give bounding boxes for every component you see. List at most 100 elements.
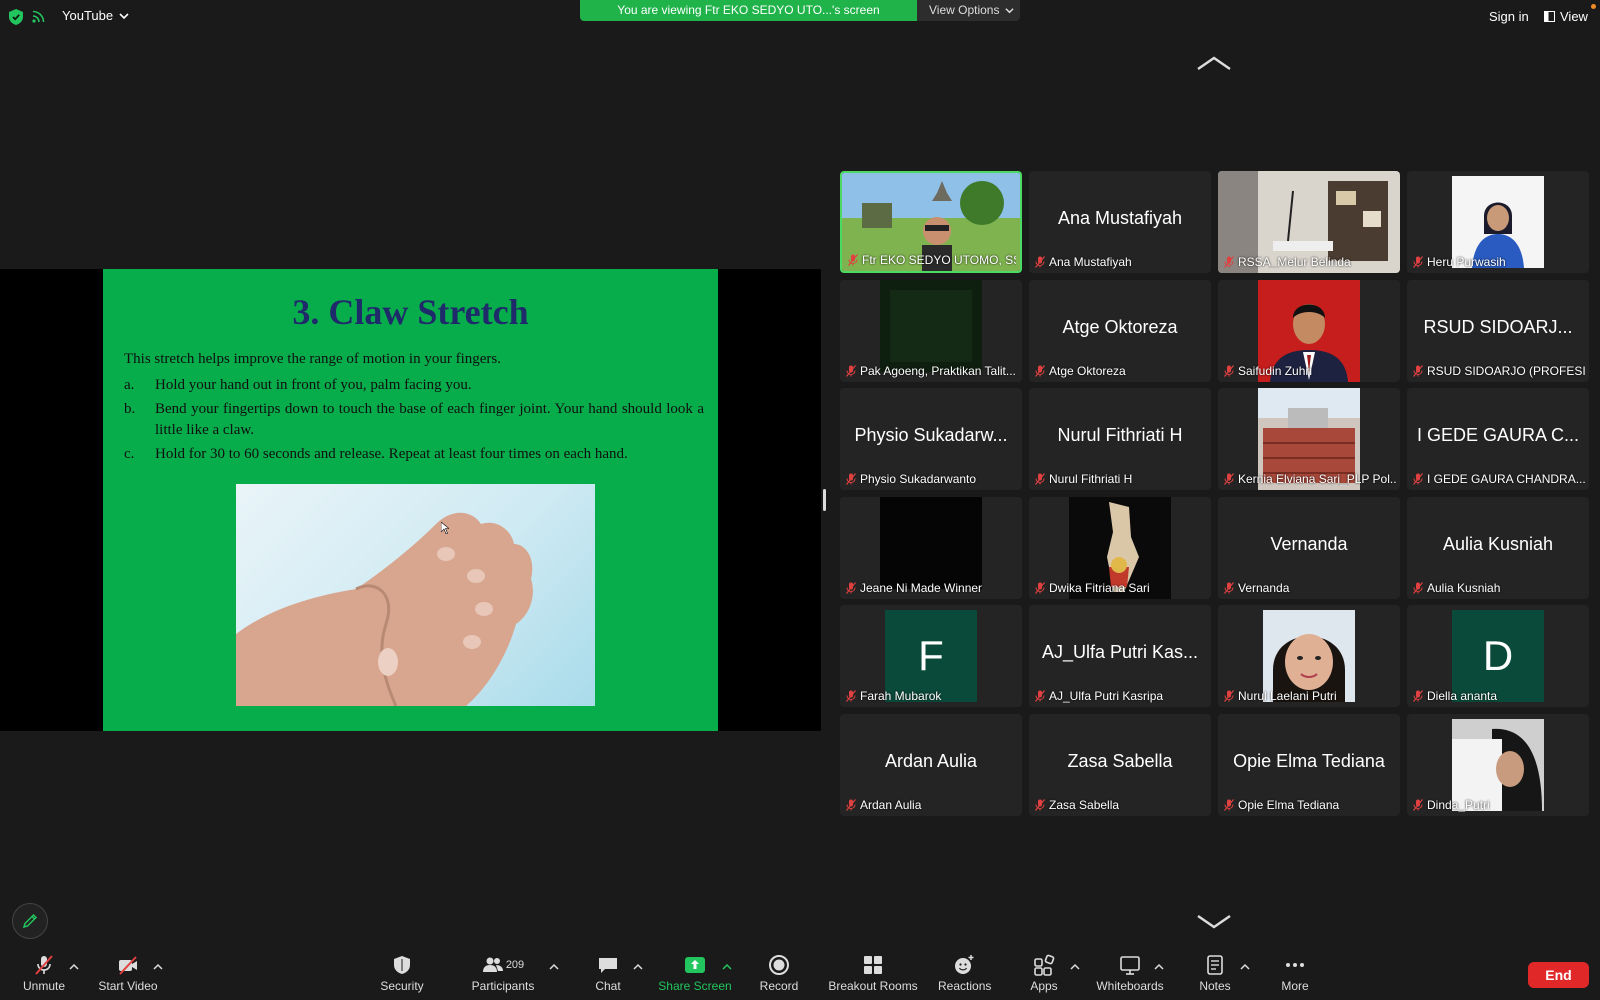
unmute-button[interactable]: Unmute bbox=[17, 953, 71, 993]
participant-tile[interactable]: Dwika Fitriana Sari bbox=[1029, 496, 1211, 599]
record-button[interactable]: Record bbox=[757, 953, 801, 993]
chevron-up-icon bbox=[1240, 963, 1250, 970]
apps-button[interactable]: Apps bbox=[1028, 953, 1060, 993]
participant-name: Aulia Kusniah bbox=[1427, 580, 1501, 595]
participant-name: RSUD SIDOARJO (PROFESI... bbox=[1427, 363, 1585, 378]
slide-title: 3. Claw Stretch bbox=[292, 292, 529, 332]
participant-name: Diella ananta bbox=[1427, 689, 1498, 703]
chevron-up-icon bbox=[153, 963, 163, 970]
video-camera-off-icon bbox=[119, 956, 137, 975]
participant-tile[interactable]: Nurul Laelani Putri bbox=[1218, 605, 1400, 707]
participant-name-label: Zasa Sabella bbox=[1035, 798, 1207, 812]
participant-name-label: Physio Sukadarwanto bbox=[846, 472, 1018, 486]
muted-microphone-icon bbox=[1413, 798, 1423, 811]
participant-tile[interactable]: Ana Mustafiyah Ana Mustafiyah bbox=[1029, 171, 1211, 273]
participant-tile[interactable]: Heru Purwasih bbox=[1407, 171, 1589, 273]
security-button[interactable]: Security bbox=[377, 953, 427, 993]
participant-tile[interactable]: Saifudin Zuhri bbox=[1218, 279, 1400, 382]
participant-tile[interactable]: Opie Elma Tediana Opie Elma Tediana bbox=[1218, 713, 1400, 816]
chevron-up-icon bbox=[722, 963, 732, 970]
end-meeting-button[interactable]: End bbox=[1528, 962, 1589, 988]
microphone-muted-icon bbox=[35, 955, 53, 975]
gallery-page-up-icon[interactable] bbox=[1196, 54, 1232, 72]
participant-tile[interactable]: AJ_Ulfa Putri Kas... AJ_Ulfa Putri Kasrip… bbox=[1029, 605, 1211, 707]
participant-tile[interactable]: Atge Oktoreza Atge Oktoreza bbox=[1029, 279, 1211, 382]
gallery-page-down-icon[interactable] bbox=[1196, 913, 1232, 931]
sign-in-link[interactable]: Sign in bbox=[1489, 9, 1529, 24]
muted-microphone-icon bbox=[846, 690, 856, 702]
participant-name-label: Ftr EKO SEDYO UTOMO, SST bbox=[848, 253, 1016, 267]
participant-name-label: Pak Agoeng, Praktikan Talit... bbox=[846, 364, 1018, 378]
connection-signal-icon[interactable] bbox=[32, 9, 46, 23]
chevron-up-icon bbox=[69, 963, 79, 970]
record-icon bbox=[769, 955, 789, 975]
muted-microphone-icon bbox=[846, 473, 856, 485]
muted-microphone-icon bbox=[1224, 690, 1234, 702]
shared-app-dropdown[interactable]: YouTube bbox=[62, 8, 129, 23]
annotate-button[interactable] bbox=[12, 903, 48, 939]
participant-display-name: Vernanda bbox=[1270, 533, 1348, 554]
view-button[interactable]: View bbox=[1544, 9, 1588, 24]
participant-tile[interactable]: RSSA_Melur Belinda bbox=[1218, 171, 1400, 273]
participant-tile[interactable]: Dinda_Putri bbox=[1407, 713, 1589, 816]
view-label: View bbox=[1560, 9, 1588, 24]
notes-button[interactable]: Notes bbox=[1198, 953, 1232, 993]
participant-name-label: Ardan Aulia bbox=[846, 798, 1018, 812]
participant-name-label: RSUD SIDOARJO (PROFESI... bbox=[1413, 364, 1585, 378]
participant-tile[interactable]: F Farah Mubarok bbox=[840, 605, 1022, 707]
start-video-button[interactable]: Start Video bbox=[95, 953, 161, 993]
chevron-up-icon bbox=[1070, 963, 1080, 970]
more-button[interactable]: More bbox=[1278, 953, 1312, 993]
muted-microphone-icon bbox=[1035, 581, 1045, 594]
breakout-rooms-button[interactable]: Breakout Rooms bbox=[826, 953, 920, 993]
security-label: Security bbox=[380, 979, 424, 993]
muted-microphone-icon bbox=[846, 364, 856, 377]
participant-tile[interactable]: RSUD SIDOARJ... RSUD SIDOARJO (PROFESI... bbox=[1407, 279, 1589, 382]
share-screen-label: Share Screen bbox=[658, 979, 732, 993]
participant-name: Ardan Aulia bbox=[860, 797, 922, 812]
split-view-handle[interactable] bbox=[823, 489, 826, 511]
participant-name-label: Ana Mustafiyah bbox=[1035, 255, 1207, 269]
mouse-pointer-icon bbox=[441, 522, 449, 534]
slide-item-letter: a. bbox=[124, 377, 135, 393]
whiteboards-options-caret[interactable] bbox=[1154, 959, 1164, 970]
participant-tile[interactable]: Zasa Sabella Zasa Sabella bbox=[1029, 713, 1211, 816]
video-options-caret[interactable] bbox=[153, 959, 163, 970]
participant-tile[interactable]: Pak Agoeng, Praktikan Talit... bbox=[840, 279, 1022, 382]
chat-button[interactable]: Chat bbox=[591, 953, 625, 993]
audio-options-caret[interactable] bbox=[69, 959, 79, 970]
participant-name-label: Jeane Ni Made Winner bbox=[846, 581, 1018, 595]
participant-tile[interactable]: I GEDE GAURA C... I GEDE GAURA CHANDRA... bbox=[1407, 388, 1589, 490]
participant-tile[interactable]: Nurul Fithriati H Nurul Fithriati H bbox=[1029, 388, 1211, 490]
participant-name-label: Opie Elma Tediana bbox=[1224, 798, 1396, 812]
participant-display-name: Ardan Aulia bbox=[884, 750, 978, 771]
participant-name: Pak Agoeng, Praktikan Talit... bbox=[860, 363, 1016, 378]
participant-tile[interactable]: Kernia Elviana Sari_PLP Pol... bbox=[1218, 388, 1400, 490]
participant-tile[interactable]: D Diella ananta bbox=[1407, 605, 1589, 707]
share-options-caret[interactable] bbox=[722, 959, 732, 970]
apps-options-caret[interactable] bbox=[1070, 959, 1080, 970]
participant-name: Kernia Elviana Sari_PLP Pol... bbox=[1238, 472, 1396, 486]
participants-button[interactable]: 209 Participants bbox=[470, 953, 536, 993]
notes-options-caret[interactable] bbox=[1240, 959, 1250, 970]
participant-name-label: Nurul Fithriati H bbox=[1035, 472, 1207, 486]
participants-options-caret[interactable] bbox=[549, 959, 559, 970]
participant-tile[interactable]: Aulia Kusniah Aulia Kusniah bbox=[1407, 496, 1589, 599]
muted-microphone-icon bbox=[1413, 473, 1423, 485]
participant-name: RSSA_Melur Belinda bbox=[1238, 255, 1351, 269]
participant-tile[interactable]: Ardan Aulia Ardan Aulia bbox=[840, 713, 1022, 816]
participant-name-label: Farah Mubarok bbox=[846, 689, 1018, 703]
top-bar: YouTube You are viewing Ftr EKO SEDYO UT… bbox=[0, 0, 1600, 34]
chat-options-caret[interactable] bbox=[633, 959, 643, 970]
breakout-rooms-label: Breakout Rooms bbox=[828, 979, 918, 993]
encryption-shield-icon[interactable] bbox=[9, 9, 23, 25]
participant-display-name: Zasa Sabella bbox=[1067, 750, 1173, 771]
participant-tile[interactable]: Physio Sukadarw... Physio Sukadarwanto bbox=[840, 388, 1022, 490]
participant-tile[interactable]: Ftr EKO SEDYO UTOMO, SST bbox=[840, 171, 1022, 273]
participant-display-name: Opie Elma Tediana bbox=[1233, 750, 1385, 771]
view-options-button[interactable]: View Options bbox=[917, 0, 1020, 21]
reactions-button[interactable]: Reactions bbox=[938, 953, 991, 993]
participant-tile[interactable]: Jeane Ni Made Winner bbox=[840, 496, 1022, 599]
muted-microphone-icon bbox=[1413, 364, 1423, 377]
participant-tile[interactable]: Vernanda Vernanda bbox=[1218, 496, 1400, 599]
